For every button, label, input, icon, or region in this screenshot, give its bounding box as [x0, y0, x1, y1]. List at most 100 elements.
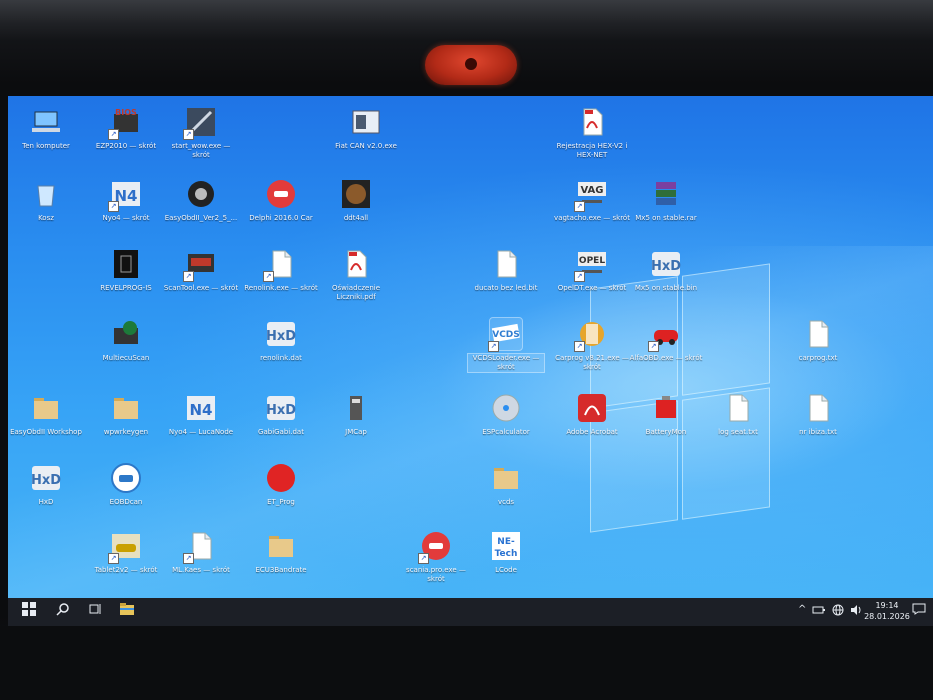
cd-icon: [490, 392, 522, 424]
batterymon-icon: [650, 392, 682, 424]
desktop-icon[interactable]: MultiecuScan: [88, 318, 164, 363]
notification-icon[interactable]: [908, 602, 930, 622]
file-icon: [722, 392, 754, 424]
desktop-icon[interactable]: Ten komputer: [8, 106, 84, 151]
svg-text:HxD: HxD: [266, 403, 296, 418]
desktop-icon[interactable]: log seat.txt: [700, 392, 776, 437]
desktop-icon[interactable]: ↗ Renolink.exe — skrót: [243, 248, 319, 293]
desktop-icon[interactable]: Fiat CAN v2.0.exe: [328, 106, 404, 151]
desktop-icon[interactable]: ESPcalculator: [468, 392, 544, 437]
revelprog-icon: [110, 248, 142, 280]
desktop-icon[interactable]: ↗ scania.pro.exe — skrót: [398, 530, 474, 584]
desktop-icon[interactable]: carprog.txt: [780, 318, 856, 363]
red-circle-icon: [265, 462, 297, 494]
hxd-icon: HxD: [265, 392, 297, 424]
shortcut-arrow-icon: ↗: [574, 271, 585, 282]
svg-text:Tech: Tech: [495, 549, 518, 559]
desktop-icon[interactable]: ddt4all: [318, 178, 394, 223]
desktop-icon[interactable]: JMCap: [318, 392, 394, 437]
desktop-icon[interactable]: REVELPROG-IS: [88, 248, 164, 293]
file-explorer-icon[interactable]: [116, 602, 138, 622]
taskbar-clock[interactable]: 19:14 28.01.2026: [861, 600, 913, 622]
desktop-icon[interactable]: Adobe Acrobat: [554, 392, 630, 437]
chevron-up-icon[interactable]: ^: [798, 604, 806, 615]
desktop-icon[interactable]: N4 ↗ Nyo4 — skrót: [88, 178, 164, 223]
desktop-icon[interactable]: ↗ ML.Kaes — skrót: [163, 530, 239, 575]
bios-chip-icon: BIOS ↗: [108, 106, 142, 140]
folder-icon: [265, 530, 297, 562]
network-globe-icon[interactable]: [832, 604, 844, 619]
desktop-icon-label: Mx5 on stable.rar: [635, 214, 697, 222]
desktop-icon[interactable]: ↗ Tablet2v2 — skrót: [88, 530, 164, 575]
tool-icon: ↗: [183, 106, 217, 140]
multiecuscan-icon: [110, 318, 142, 350]
desktop-icon-label: VCDSLoader.exe — skrót: [467, 353, 545, 373]
desktop-icon-label: Adobe Acrobat: [566, 428, 618, 436]
n4-icon: N4 ↗: [108, 178, 142, 212]
desktop-icon[interactable]: EasyObdII Workshop: [8, 392, 84, 437]
desktop-icon[interactable]: ET_Prog: [243, 462, 319, 507]
n4-icon: N4: [185, 392, 217, 424]
desktop-icon[interactable]: EOBDcan: [88, 462, 164, 507]
desktop-icon[interactable]: VAG ↗ vagtacho.exe — skrót: [554, 178, 630, 223]
desktop-icon[interactable]: nr ibiza.txt: [780, 392, 856, 437]
desktop-icon-label: ML.Kaes — skrót: [172, 566, 230, 574]
shortcut-arrow-icon: ↗: [183, 271, 194, 282]
desktop-icon-label: EOBDcan: [109, 498, 143, 506]
desktop-icon[interactable]: Rejestracja HEX-V2 i HEX-NET: [554, 106, 630, 160]
desktop-icon[interactable]: vcds: [468, 462, 544, 507]
desktop-icon-label: carprog.txt: [798, 354, 838, 362]
photo-car-icon: ↗: [108, 530, 142, 564]
desktop-icon[interactable]: VCDS ↗ VCDSLoader.exe — skrót: [467, 317, 545, 373]
desktop-icon-label: Tablet2v2 — skrót: [94, 566, 158, 574]
desktop-icon[interactable]: ↗ ScanTool.exe — skrót: [163, 248, 239, 293]
desktop-icon-label: start_wow.exe — skrót: [171, 142, 231, 159]
netech-icon: NE- Tech: [490, 530, 522, 562]
desktop-icon[interactable]: BIOS ↗ EZP2010 — skrót: [88, 106, 164, 151]
desktop-icon-label: Rejestracja HEX-V2 i HEX-NET: [556, 142, 628, 159]
desktop-icon[interactable]: HxD renolink.dat: [243, 318, 319, 363]
desktop-screen: Ten komputer BIOS ↗ EZP2010 — skrót ↗ start…: [8, 96, 933, 626]
desktop-icon-label: LCode: [495, 566, 517, 574]
desktop-icon[interactable]: ECU3Bandrate: [243, 530, 319, 575]
carprog-icon: ↗: [574, 318, 608, 352]
desktop-icon-label: Fiat CAN v2.0.exe: [335, 142, 397, 150]
windows-start-icon[interactable]: [18, 602, 40, 622]
task-view-icon[interactable]: [84, 602, 106, 622]
desktop-icon[interactable]: HxD Mx5 on stable.bin: [628, 248, 704, 293]
desktop-icon[interactable]: Kosz: [8, 178, 84, 223]
desktop-icon[interactable]: Delphi 2016.0 Car: [243, 178, 319, 223]
svg-text:BIOS: BIOS: [115, 108, 137, 117]
desktop-icon-label: Ten komputer: [22, 142, 70, 150]
desktop-icon[interactable]: ↗ Carprog v8.21.exe — skrót: [554, 318, 630, 372]
desktop-icon-label: ET_Prog: [267, 498, 295, 506]
shortcut-arrow-icon: ↗: [183, 129, 194, 140]
desktop-icon[interactable]: wpwrkeygen: [88, 392, 164, 437]
desktop-icon[interactable]: OPEL ↗ OpelDT.exe — skrót: [554, 248, 630, 293]
desktop-icon[interactable]: Mx5 on stable.rar: [628, 178, 704, 223]
desktop-icon[interactable]: ducato bez led.bit: [468, 248, 544, 293]
desktop-icon[interactable]: HxD HxD: [8, 462, 84, 507]
desktop-icon[interactable]: ↗ start_wow.exe — skrót: [163, 106, 239, 160]
file-icon: ↗: [183, 530, 217, 564]
search-icon[interactable]: [52, 602, 74, 622]
hxd-icon: HxD: [650, 248, 682, 280]
desktop-icon[interactable]: ↗ AlfaOBD.exe — skrót: [628, 318, 704, 363]
desktop-icon[interactable]: NE- Tech LCode: [468, 530, 544, 575]
car-red-icon: ↗: [418, 530, 452, 564]
svg-text:VAG: VAG: [580, 185, 603, 196]
desktop-icon[interactable]: EasyObdII_Ver2_5_...: [163, 178, 239, 223]
desktop-icon[interactable]: N4 Nyo4 — LucaNode: [163, 392, 239, 437]
desktop-icon-label: nr ibiza.txt: [799, 428, 837, 436]
desktop-icon[interactable]: HxD GabiGabi.dat: [243, 392, 319, 437]
desktop-icon-label: Carprog v8.21.exe — skrót: [555, 354, 629, 371]
desktop-icon-label: ddt4all: [343, 214, 369, 222]
desktop-icon-label: ScanTool.exe — skrót: [163, 284, 239, 292]
desktop-icon[interactable]: Oświadczenie Liczniki.pdf: [318, 248, 394, 302]
hxd-icon: HxD: [265, 318, 297, 350]
shortcut-arrow-icon: ↗: [574, 341, 585, 352]
opel-key-icon: OPEL ↗: [574, 248, 608, 282]
desktop-icon[interactable]: BatteryMon: [628, 392, 704, 437]
desktop-icon-label: ECU3Bandrate: [255, 566, 307, 574]
battery-icon[interactable]: [812, 604, 826, 619]
